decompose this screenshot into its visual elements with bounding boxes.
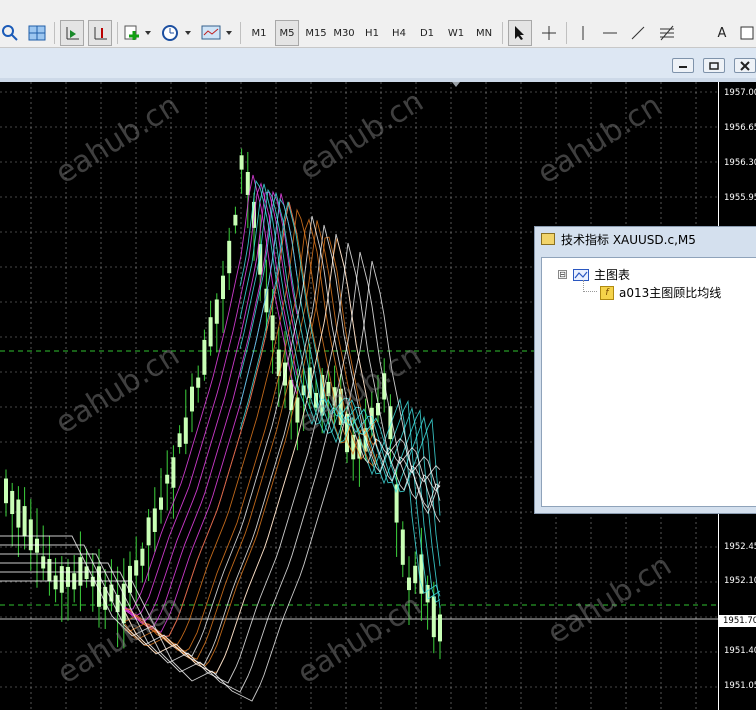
candle (239, 155, 244, 170)
candle (53, 575, 58, 590)
current-price-label: 1951.70 (719, 615, 756, 627)
zoom-out-icon[interactable] (0, 20, 20, 46)
candle (165, 474, 170, 484)
collapse-toggle-icon[interactable]: ⊟ (558, 270, 567, 279)
timeframe-w1[interactable]: W1 (443, 20, 469, 46)
restore-button[interactable] (703, 58, 725, 73)
minimize-button[interactable] (672, 58, 694, 73)
tree-item-indicator[interactable]: f a013主图顾比均线 (600, 284, 721, 301)
text-icon[interactable]: A (710, 20, 734, 46)
tile-windows-icon[interactable] (26, 20, 48, 46)
price-label: 1956.65 (724, 123, 756, 133)
candle (190, 386, 194, 412)
timeframe-m15[interactable]: M15 (303, 20, 329, 46)
candle (183, 417, 188, 444)
candle (66, 566, 70, 587)
vertical-line-icon[interactable] (572, 20, 594, 46)
chart-window-frame (0, 48, 756, 80)
candle (146, 517, 151, 546)
crosshair-icon[interactable] (537, 20, 561, 46)
autoscroll-icon[interactable] (60, 20, 84, 46)
price-label: 1951.40 (724, 646, 756, 656)
timeframe-m1[interactable]: M1 (247, 20, 271, 46)
candle (221, 275, 225, 300)
candle (202, 339, 207, 375)
price-label: 1956.30 (724, 158, 756, 168)
candle (177, 433, 182, 448)
price-label: 1952.10 (724, 576, 756, 586)
templates-icon[interactable] (199, 20, 235, 46)
candle (41, 556, 46, 569)
candle (227, 240, 232, 274)
timeframe-h1[interactable]: H1 (360, 20, 384, 46)
chart-shift-marker (452, 82, 460, 87)
cursor-icon[interactable] (508, 20, 532, 46)
new-order-icon[interactable] (122, 20, 154, 46)
candle (407, 577, 411, 591)
candle (326, 381, 331, 397)
candle (171, 457, 176, 488)
candle (400, 529, 405, 565)
candle (140, 548, 145, 566)
horizontal-line-icon[interactable] (598, 20, 622, 46)
price-label: 1952.45 (724, 542, 756, 552)
timeframe-h4[interactable]: H4 (387, 20, 411, 46)
trendline-icon[interactable] (626, 20, 650, 46)
label-icon[interactable] (738, 20, 756, 46)
chart-shift-icon[interactable] (88, 20, 112, 46)
candle (295, 397, 300, 423)
timeframe-m5[interactable]: M5 (275, 20, 299, 46)
history-clock-icon[interactable] (160, 20, 194, 46)
candle (4, 478, 8, 504)
moving-average-line (124, 208, 378, 646)
candle (152, 508, 157, 532)
indicators-dialog: 技术指标 XAUUSD.c,M5 ⊟ 主图表 f a013主图顾比均线 (534, 226, 756, 514)
indicator-tree: ⊟ 主图表 f a013主图顾比均线 (541, 257, 756, 507)
candle (47, 558, 52, 582)
moving-average-line (239, 197, 441, 567)
candle (214, 299, 219, 324)
candle (245, 172, 250, 195)
dialog-title: 技术指标 XAUUSD.c,M5 (561, 232, 696, 247)
candle (159, 497, 163, 510)
timeframe-d1[interactable]: D1 (415, 20, 439, 46)
candle (413, 565, 418, 584)
candle (431, 596, 436, 638)
candle (121, 583, 126, 624)
candle (438, 614, 442, 642)
chart-window-icon (573, 268, 589, 281)
candle (35, 538, 39, 553)
candle (28, 519, 33, 551)
candle (208, 317, 213, 347)
tree-item-label: a013主图顾比均线 (619, 286, 722, 300)
moving-average-line (124, 174, 298, 610)
timeframe-m30[interactable]: M30 (331, 20, 357, 46)
moving-average-line (124, 190, 298, 628)
candle (59, 566, 64, 593)
price-label: 1955.95 (724, 193, 756, 203)
fibonacci-icon[interactable] (654, 20, 680, 46)
candle (22, 506, 27, 537)
close-button[interactable] (734, 58, 756, 73)
dialog-title-bar[interactable]: 技术指标 XAUUSD.c,M5 (535, 227, 756, 251)
indicator-window-icon (541, 233, 555, 245)
price-label: 1951.05 (724, 681, 756, 691)
candle (270, 315, 275, 341)
candle (134, 560, 139, 576)
custom-indicator-icon: f (600, 285, 614, 300)
timeframe-mn[interactable]: MN (471, 20, 497, 46)
tree-item-label: 主图表 (594, 268, 631, 282)
candle (16, 499, 21, 528)
candle (10, 490, 15, 515)
price-label: 1957.00 (724, 88, 756, 98)
candle (196, 377, 201, 388)
candle (233, 214, 238, 226)
toolbar: M1 M5 M15 M30 H1 H4 D1 W1 MN A (0, 0, 756, 48)
